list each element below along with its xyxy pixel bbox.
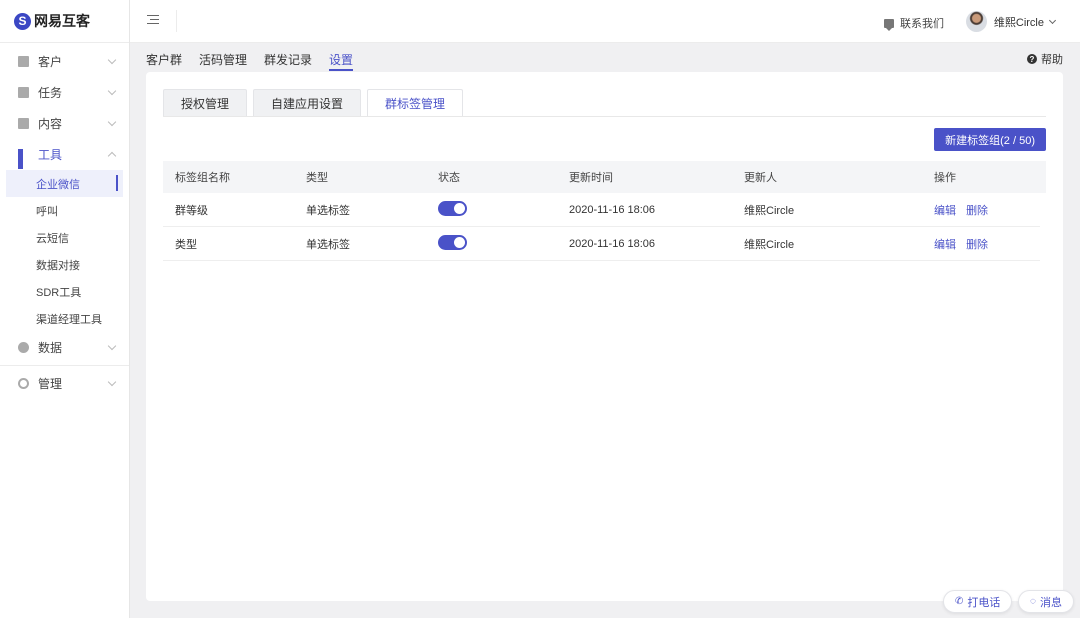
data-icon <box>18 342 29 353</box>
settings-icon <box>18 378 29 389</box>
sidebar-subitem-call[interactable]: 呼叫 <box>0 197 129 224</box>
customer-icon <box>18 56 29 67</box>
chevron-down-icon <box>107 86 117 96</box>
column-header: 标签组名称 <box>175 172 230 184</box>
sidebar-subitem-sdr[interactable]: SDR工具 <box>0 278 129 305</box>
delete-link[interactable]: 删除 <box>966 239 988 251</box>
updated-time: 2020-11-16 18:06 <box>569 237 656 250</box>
tab-custom-app-settings[interactable]: 自建应用设置 <box>253 89 362 117</box>
sidebar-item-data[interactable]: 数据 <box>0 332 129 363</box>
delete-link[interactable]: 删除 <box>966 205 988 217</box>
sidebar-item-label: 任务 <box>38 86 63 100</box>
column-header: 更新时间 <box>569 172 613 184</box>
tag-group-name: 类型 <box>175 238 197 251</box>
logo-text: 网易互客 <box>34 13 90 29</box>
tag-type: 单选标签 <box>306 204 350 217</box>
task-icon <box>18 87 29 98</box>
sidebar-item-label: 工具 <box>38 148 63 162</box>
avatar <box>965 11 987 32</box>
sidebar-item-label: 数据 <box>38 341 63 355</box>
sidebar-subitem-channel-manager[interactable]: 渠道经理工具 <box>0 305 129 332</box>
edit-link[interactable]: 编辑 <box>934 239 956 251</box>
sidebar-subitem-data-integration[interactable]: 数据对接 <box>0 251 129 278</box>
updated-by: 维熙Circle <box>744 204 795 217</box>
message-label: 消息 <box>1039 596 1062 609</box>
tabs-divider <box>163 116 1046 117</box>
chevron-down-icon <box>107 377 117 387</box>
message-icon <box>884 18 894 31</box>
chevron-up-icon <box>107 151 117 161</box>
sidebar-item-content[interactable]: 内容 <box>0 108 129 139</box>
new-tag-group-button[interactable]: 新建标签组(2 / 50) <box>934 128 1046 151</box>
help-icon: ? <box>1027 54 1037 64</box>
divider <box>0 365 129 366</box>
sidebar-subitem-sms[interactable]: 云短信 <box>0 224 129 251</box>
user-menu[interactable]: 维熙Circle <box>965 11 1057 32</box>
message-button[interactable]: ◌ 消息 <box>1018 590 1074 613</box>
sidebar-item-label: 内容 <box>38 117 63 131</box>
sidebar: S 网易互客 客户 任务 内容 工具 企业微信 呼叫 云短信 数据对接 SDR工… <box>0 0 130 618</box>
table-row: 类型 单选标签 2020-11-16 18:06 维熙Circle 编辑 删除 <box>163 227 1040 261</box>
chevron-down-icon <box>107 117 117 127</box>
contact-us-label: 联系我们 <box>900 18 944 30</box>
tag-group-name: 群等级 <box>175 204 208 217</box>
updated-time: 2020-11-16 18:06 <box>569 203 656 216</box>
content-card: 授权管理 自建应用设置 群标签管理 新建标签组(2 / 50) 标签组名称 类型… <box>146 72 1063 601</box>
tag-type: 单选标签 <box>306 238 350 251</box>
sidebar-item-settings[interactable]: 管理 <box>0 368 129 399</box>
menu-collapse-icon[interactable] <box>147 15 159 27</box>
sidebar-subitem-wecom[interactable]: 企业微信 <box>6 170 123 197</box>
content-icon <box>18 118 29 129</box>
logo[interactable]: S 网易互客 <box>0 0 129 43</box>
user-name: 维熙Circle <box>993 16 1044 29</box>
phone-icon: ✆ <box>955 596 964 607</box>
sidebar-item-label: 管理 <box>38 377 63 391</box>
table-header: 标签组名称 类型 状态 更新时间 更新人 操作 <box>163 161 1046 193</box>
tab-group-tag-management[interactable]: 群标签管理 <box>367 89 464 117</box>
tab-customer-group[interactable]: 客户群 <box>146 44 182 71</box>
chevron-down-icon <box>107 341 117 351</box>
contact-us-link[interactable]: 联系我们 <box>884 15 944 31</box>
column-header: 操作 <box>934 172 956 184</box>
column-header: 更新人 <box>744 172 777 184</box>
tools-icon <box>18 149 29 169</box>
sidebar-item-task[interactable]: 任务 <box>0 77 129 108</box>
tag-group-table: 标签组名称 类型 状态 更新时间 更新人 操作 群等级 单选标签 2020-11… <box>163 161 1046 261</box>
edit-link[interactable]: 编辑 <box>934 205 956 217</box>
chat-icon: ◌ <box>1030 596 1036 607</box>
tab-settings[interactable]: 设置 <box>329 44 354 71</box>
tab-live-code[interactable]: 活码管理 <box>199 44 247 71</box>
sidebar-menu: 客户 任务 内容 工具 企业微信 呼叫 云短信 数据对接 SDR工具 渠道经理工… <box>0 43 129 399</box>
sidebar-item-label: 客户 <box>38 55 63 69</box>
updated-by: 维熙Circle <box>744 238 795 251</box>
sidebar-item-tools[interactable]: 工具 <box>0 139 129 170</box>
tab-broadcast-history[interactable]: 群发记录 <box>264 44 312 71</box>
topbar: 联系我们 维熙Circle <box>130 0 1080 43</box>
chevron-down-icon <box>107 55 117 65</box>
settings-tabs: 授权管理 自建应用设置 群标签管理 <box>163 89 469 117</box>
chevron-down-icon <box>1048 16 1057 24</box>
help-label: 帮助 <box>1041 54 1063 66</box>
logo-icon: S <box>14 12 31 30</box>
column-header: 类型 <box>306 172 328 184</box>
call-label: 打电话 <box>967 596 1001 609</box>
table-row: 群等级 单选标签 2020-11-16 18:06 维熙Circle 编辑 删除 <box>163 193 1040 227</box>
sidebar-item-customer[interactable]: 客户 <box>0 46 129 77</box>
divider <box>176 10 177 32</box>
sub-navigation: 客户群 活码管理 群发记录 设置 <box>146 44 370 71</box>
call-button[interactable]: ✆ 打电话 <box>943 590 1013 613</box>
status-toggle[interactable] <box>438 234 467 250</box>
tab-authorization[interactable]: 授权管理 <box>163 89 248 117</box>
column-header: 状态 <box>438 172 460 184</box>
status-toggle[interactable] <box>438 200 467 216</box>
help-link[interactable]: ? 帮助 <box>1027 51 1063 67</box>
